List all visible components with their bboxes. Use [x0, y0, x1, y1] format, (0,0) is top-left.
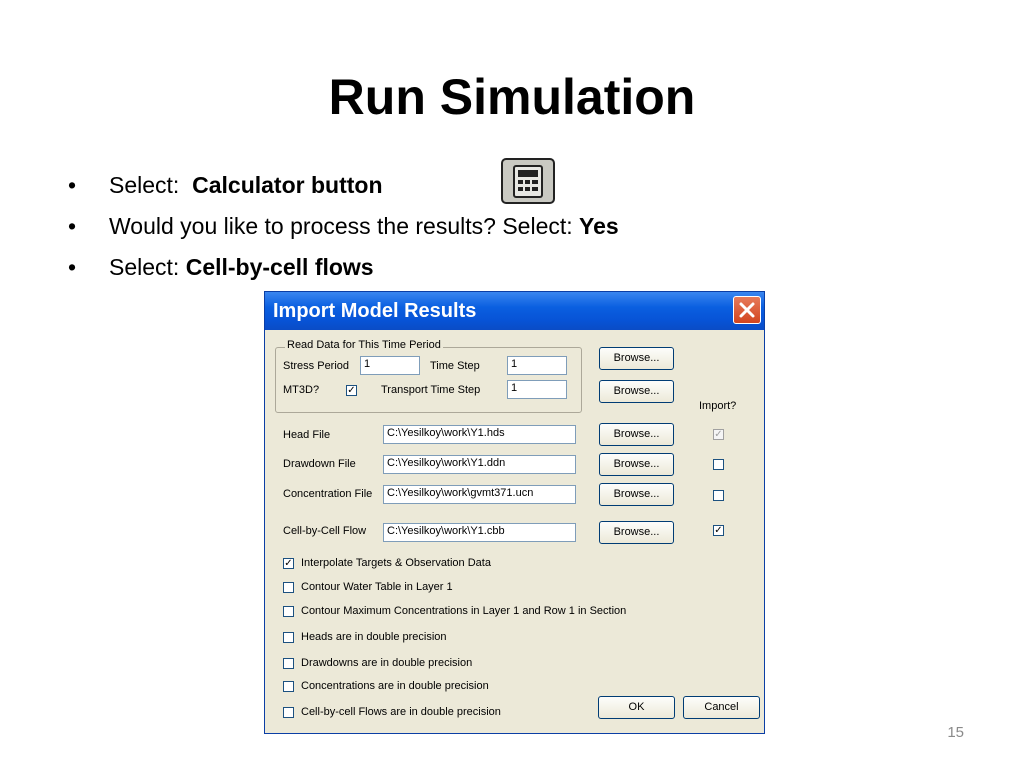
bullet-icon: • — [68, 254, 77, 280]
bullet-text: Would you like to process the results? S… — [109, 209, 619, 243]
import-drawdown-file-checkbox[interactable] — [713, 459, 724, 470]
contour-max-concentrations-checkbox[interactable] — [283, 606, 294, 617]
close-icon[interactable] — [733, 296, 761, 324]
concentration-file-label: Concentration File — [283, 488, 373, 500]
browse-time-step-button[interactable]: Browse... — [599, 347, 674, 370]
import-cell-by-cell-checkbox[interactable]: ✓ — [713, 525, 724, 536]
slide-number: 15 — [947, 724, 964, 741]
cell-by-cell-double-precision-checkbox[interactable] — [283, 707, 294, 718]
transport-time-step-label: Transport Time Step — [381, 384, 481, 396]
browse-head-file-button[interactable]: Browse... — [599, 423, 674, 446]
contour-water-table-checkbox[interactable] — [283, 582, 294, 593]
bullet-text: Select: Cell-by-cell flows — [109, 250, 374, 284]
cell-by-cell-flow-input[interactable]: C:\Yesilkoy\work\Y1.cbb — [383, 523, 576, 542]
mt3d-label: MT3D? — [283, 384, 320, 396]
bullet-emphasis: Cell-by-cell flows — [185, 254, 374, 280]
cancel-button[interactable]: Cancel — [683, 696, 760, 719]
mt3d-checkbox[interactable]: ✓ — [346, 385, 357, 396]
contour-max-concentrations-label: Contour Maximum Concentrations in Layer … — [301, 605, 627, 617]
browse-drawdown-file-button[interactable]: Browse... — [599, 453, 674, 476]
cell-by-cell-double-precision-label: Cell-by-cell Flows are in double precisi… — [301, 706, 501, 718]
ok-button[interactable]: OK — [598, 696, 675, 719]
time-period-group-label: Read Data for This Time Period — [285, 339, 443, 351]
import-column-header: Import? — [699, 400, 737, 412]
drawdowns-double-precision-checkbox[interactable] — [283, 658, 294, 669]
drawdowns-double-precision-label: Drawdowns are in double precision — [301, 657, 473, 669]
heads-double-precision-checkbox[interactable] — [283, 632, 294, 643]
import-head-file-checkbox[interactable]: ✓ — [713, 429, 724, 440]
concentration-file-input[interactable]: C:\Yesilkoy\work\gvmt371.ucn — [383, 485, 576, 504]
browse-concentration-file-button[interactable]: Browse... — [599, 483, 674, 506]
dialog-title: Import Model Results — [273, 300, 477, 322]
bullet-prefix: Would you like to process the results? S… — [109, 213, 580, 239]
heads-double-precision-label: Heads are in double precision — [301, 631, 447, 643]
slide-title: Run Simulation — [328, 69, 696, 125]
bullet-emphasis: Yes — [579, 213, 619, 239]
bullet-text: Select: Calculator button — [109, 168, 383, 202]
head-file-label: Head File — [283, 429, 331, 441]
stress-period-input[interactable]: 1 — [360, 356, 420, 375]
interpolate-targets-checkbox[interactable]: ✓ — [283, 558, 294, 569]
browse-transport-step-button[interactable]: Browse... — [599, 380, 674, 403]
bullet-icon: • — [68, 172, 77, 198]
cell-by-cell-flow-label: Cell-by-Cell Flow — [283, 525, 367, 537]
import-concentration-file-checkbox[interactable] — [713, 490, 724, 501]
concentrations-double-precision-checkbox[interactable] — [283, 681, 294, 692]
time-step-input[interactable]: 1 — [507, 356, 567, 375]
time-step-label: Time Step — [430, 360, 480, 372]
drawdown-file-input[interactable]: C:\Yesilkoy\work\Y1.ddn — [383, 455, 576, 474]
concentrations-double-precision-label: Concentrations are in double precision — [301, 680, 489, 692]
browse-cell-by-cell-button[interactable]: Browse... — [599, 521, 674, 544]
bullet-prefix: Select: — [109, 254, 186, 280]
head-file-input[interactable]: C:\Yesilkoy\work\Y1.hds — [383, 425, 576, 444]
bullet-icon: • — [68, 213, 77, 239]
stress-period-label: Stress Period — [283, 360, 350, 372]
transport-time-step-input[interactable]: 1 — [507, 380, 567, 399]
bullet-prefix: Select: — [109, 172, 193, 198]
import-model-results-dialog: Import Model Results Read Data for This … — [264, 291, 765, 734]
dialog-titlebar[interactable]: Import Model Results — [265, 292, 764, 330]
calculator-icon[interactable] — [501, 158, 555, 204]
interpolate-targets-label: Interpolate Targets & Observation Data — [301, 557, 491, 569]
contour-water-table-label: Contour Water Table in Layer 1 — [301, 581, 453, 593]
bullet-emphasis: Calculator button — [192, 172, 383, 198]
drawdown-file-label: Drawdown File — [283, 458, 356, 470]
